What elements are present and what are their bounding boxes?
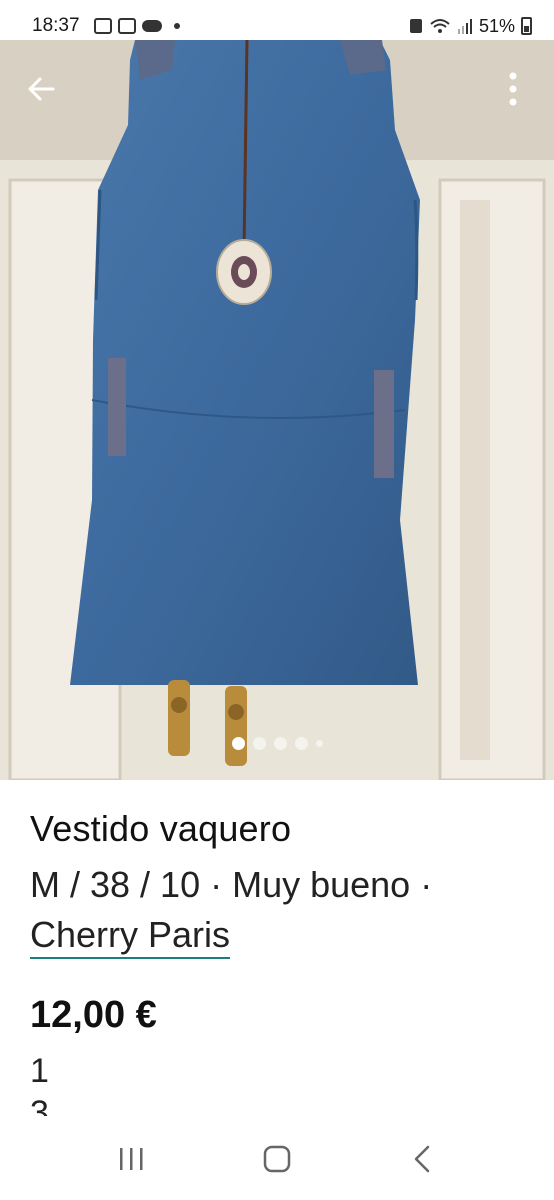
status-notification-icons [93,18,180,34]
back-button[interactable] [18,66,64,112]
status-time: 18:37 [32,15,80,36]
app-icon [117,18,136,34]
size-condition-text: M / 38 / 10 · Muy bueno · [30,864,433,905]
signal-icon [457,19,472,34]
battery-text: 51% [478,15,515,36]
home-icon [263,1145,291,1173]
more-options-button[interactable] [490,66,536,112]
recent-apps-icon [120,1148,143,1170]
image-icon [93,18,112,34]
carousel-indicator [0,737,554,750]
home-button[interactable] [247,1134,307,1184]
battery-icon [521,17,532,35]
extra-line-1: 1 [30,1052,49,1090]
nfc-icon [409,19,422,33]
listing-title: Vestido vaquero [30,808,292,849]
carousel-dot[interactable] [273,737,287,750]
recent-apps-button[interactable] [102,1134,162,1184]
system-nav-bar [0,1118,554,1200]
dot-icon [173,23,180,29]
wifi-icon [430,19,450,33]
extra-line-2: 3 [30,1094,49,1116]
brand-link[interactable]: Cherry Paris [30,914,231,959]
back-nav-button[interactable] [392,1134,452,1184]
arrow-left-icon [28,77,55,101]
back-nav-icon [414,1145,429,1173]
more-vertical-icon [509,72,517,106]
carousel-dot[interactable] [294,737,308,750]
carousel-dot[interactable] [252,737,266,750]
cloud-icon [141,20,162,32]
product-photo[interactable] [0,40,554,780]
status-system-icons: 51% [409,16,532,37]
listing-details: M / 38 / 10 · Muy bueno · Cherry Paris [30,860,530,960]
carousel-dot[interactable] [231,737,245,750]
dress-image [0,40,554,780]
carousel-dot[interactable] [315,740,323,747]
listing-price: 12,00 € [30,994,157,1036]
listing-info: Vestido vaquero M / 38 / 10 · Muy bueno … [30,808,530,960]
